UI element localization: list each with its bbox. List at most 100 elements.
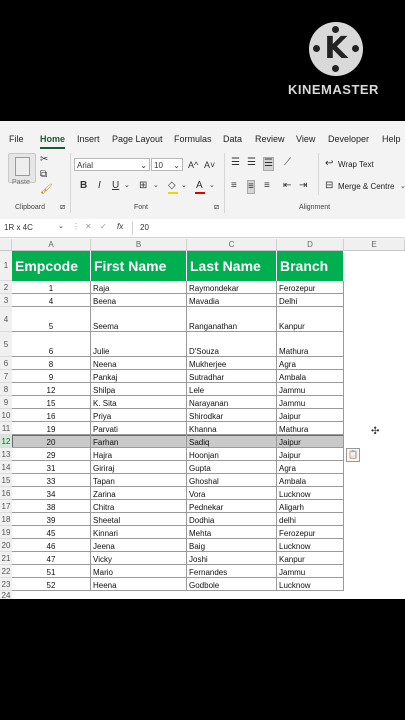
table-cell[interactable]: Parvati	[91, 422, 187, 435]
table-cell[interactable]: Jaipur	[277, 448, 344, 461]
table-cell[interactable]: 31	[12, 461, 91, 474]
table-cell[interactable]: 15	[12, 396, 91, 409]
fill-color-icon[interactable]: ◇	[168, 180, 176, 192]
italic-button[interactable]: I	[98, 180, 101, 192]
column-header-e[interactable]: E	[344, 239, 405, 251]
column-header-b[interactable]: B	[91, 239, 187, 251]
table-cell[interactable]: Vora	[187, 487, 277, 500]
align-left-icon[interactable]: ≡	[231, 180, 237, 192]
row-header[interactable]: 4	[0, 307, 12, 332]
table-cell[interactable]: Delhi	[277, 294, 344, 307]
font-color-icon[interactable]: A	[196, 180, 203, 192]
formula-input[interactable]: 20	[140, 223, 149, 232]
table-cell[interactable]: Ranganathan	[187, 307, 277, 332]
table-cell[interactable]: Agra	[277, 461, 344, 474]
cancel-icon[interactable]: ✕	[85, 222, 92, 231]
table-cell[interactable]: Shilpa	[91, 383, 187, 396]
borders-icon[interactable]: ⊞	[139, 180, 147, 192]
dialog-launcher-icon[interactable]: ⧄	[214, 201, 219, 213]
table-cell[interactable]: 16	[12, 409, 91, 422]
tab-view[interactable]: View	[296, 134, 315, 144]
name-box[interactable]: 1R x 4C	[4, 223, 33, 232]
align-top-icon[interactable]: ☰	[231, 157, 240, 169]
tab-home[interactable]: Home	[40, 134, 65, 144]
table-cell[interactable]: 47	[12, 552, 91, 565]
table-cell[interactable]: 8	[12, 357, 91, 370]
column-header-a[interactable]: A	[12, 239, 91, 251]
align-center-icon[interactable]: ≡	[247, 180, 255, 194]
table-cell[interactable]: Baig	[187, 539, 277, 552]
table-cell[interactable]: Seema	[91, 307, 187, 332]
bold-button[interactable]: B	[80, 180, 87, 192]
table-cell[interactable]: Khanna	[187, 422, 277, 435]
row-header[interactable]: 10	[0, 409, 12, 422]
table-cell[interactable]: Lucknow	[277, 487, 344, 500]
row-header[interactable]: 2	[0, 281, 12, 294]
table-cell[interactable]: Shirodkar	[187, 409, 277, 422]
table-cell[interactable]: 29	[12, 448, 91, 461]
table-cell[interactable]: Tapan	[91, 474, 187, 487]
table-cell[interactable]: Jammu	[277, 565, 344, 578]
table-cell[interactable]: 45	[12, 526, 91, 539]
table-cell[interactable]: Godbole	[187, 578, 277, 591]
font-name-select[interactable]: Arial ⌄	[74, 158, 150, 171]
copy-icon[interactable]: ⧉	[40, 169, 47, 181]
table-cell[interactable]: Raja	[91, 281, 187, 294]
table-cell[interactable]: Agra	[277, 357, 344, 370]
dialog-launcher-icon[interactable]: ⧄	[60, 201, 65, 213]
header-cell[interactable]: First Name	[91, 251, 187, 281]
table-cell[interactable]: Mehta	[187, 526, 277, 539]
table-cell[interactable]: 38	[12, 500, 91, 513]
row-header[interactable]: 24	[0, 591, 12, 599]
decrease-font-size-button[interactable]: A˅	[204, 159, 215, 171]
table-cell[interactable]: Kanpur	[277, 307, 344, 332]
table-cell[interactable]: Sheetal	[91, 513, 187, 526]
table-cell[interactable]: 4	[12, 294, 91, 307]
row-header[interactable]: 18	[0, 513, 12, 526]
table-cell[interactable]: 46	[12, 539, 91, 552]
format-painter-icon[interactable]: 🖌	[40, 184, 53, 196]
header-cell[interactable]: Empcode	[12, 251, 91, 281]
table-cell[interactable]: 9	[12, 370, 91, 383]
tab-file[interactable]: File	[9, 134, 24, 144]
row-header[interactable]: 9	[0, 396, 12, 409]
table-cell[interactable]: Sadiq	[187, 435, 277, 448]
chevron-down-icon[interactable]: ⌄	[209, 180, 215, 192]
paste-options-icon[interactable]: 📋	[346, 448, 360, 462]
table-cell[interactable]: 39	[12, 513, 91, 526]
table-cell[interactable]: Mario	[91, 565, 187, 578]
table-cell[interactable]: Ferozepur	[277, 526, 344, 539]
header-cell[interactable]: Branch	[277, 251, 344, 281]
table-cell[interactable]: 1	[12, 281, 91, 294]
row-header[interactable]: 20	[0, 539, 12, 552]
table-cell[interactable]: Ambala	[277, 474, 344, 487]
table-cell[interactable]: Ambala	[277, 370, 344, 383]
table-cell[interactable]: 5	[12, 307, 91, 332]
row-header[interactable]: 3	[0, 294, 12, 307]
table-cell[interactable]: Jaipur	[277, 435, 344, 448]
table-cell[interactable]: 6	[12, 332, 91, 357]
table-cell[interactable]: delhi	[277, 513, 344, 526]
chevron-down-icon[interactable]: ⌄	[400, 181, 405, 193]
align-middle-icon[interactable]: ☰	[247, 157, 256, 169]
chevron-down-icon[interactable]: ⌄	[153, 180, 159, 192]
table-cell[interactable]: Hajra	[91, 448, 187, 461]
column-header-d[interactable]: D	[277, 239, 344, 251]
table-cell[interactable]: Ghoshal	[187, 474, 277, 487]
table-cell[interactable]: Jeena	[91, 539, 187, 552]
table-cell[interactable]: Jaipur	[277, 409, 344, 422]
table-cell[interactable]: Giriraj	[91, 461, 187, 474]
table-cell[interactable]: Kanpur	[277, 552, 344, 565]
row-header[interactable]: 16	[0, 487, 12, 500]
table-cell[interactable]: Jammu	[277, 396, 344, 409]
header-cell[interactable]: Last Name	[187, 251, 277, 281]
column-header-c[interactable]: C	[187, 239, 277, 251]
table-cell[interactable]: Mathura	[277, 422, 344, 435]
row-header[interactable]: 14	[0, 461, 12, 474]
row-header[interactable]: 6	[0, 357, 12, 370]
tab-help[interactable]: Help	[382, 134, 401, 144]
table-cell[interactable]: Priya	[91, 409, 187, 422]
table-cell[interactable]: Ferozepur	[277, 281, 344, 294]
table-cell[interactable]: Sutradhar	[187, 370, 277, 383]
wrap-text-button[interactable]: Wrap Text	[338, 160, 374, 169]
